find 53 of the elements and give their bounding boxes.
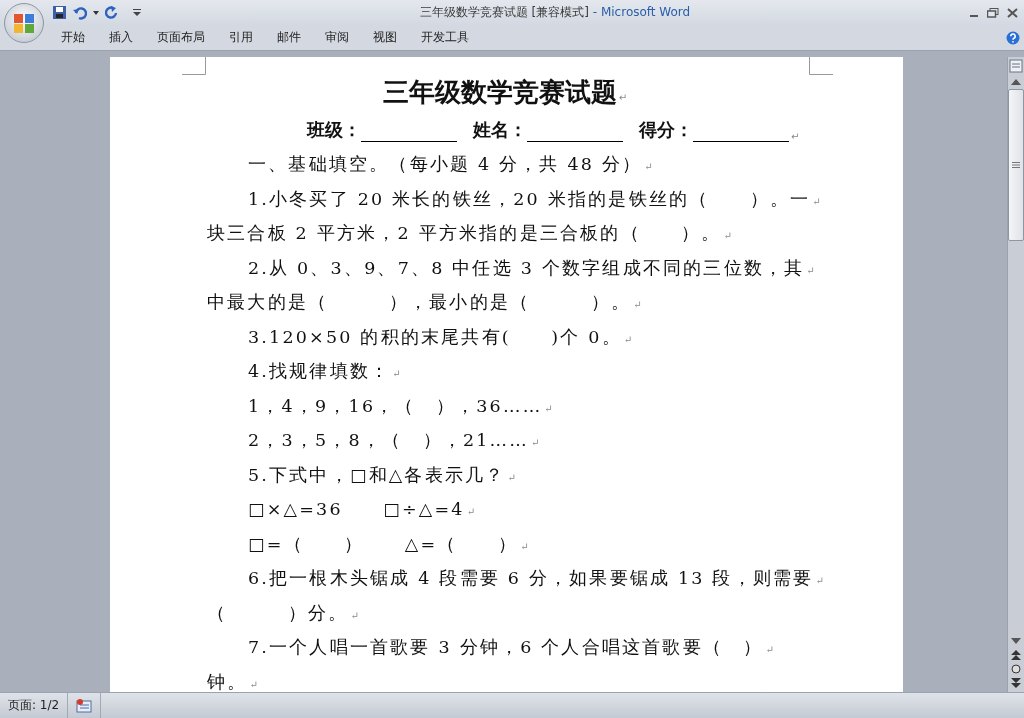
scroll-thumb[interactable] [1008,89,1024,241]
field-label: 姓名： [473,118,527,142]
crop-mark-icon [809,57,833,75]
question-text: 5.下式中，□和△各表示几？↵ [248,463,519,487]
document-title: 三年级数学竞赛试题↵ [382,77,628,107]
ribbon-tab[interactable]: 开始 [49,29,97,46]
question-text: 7.一个人唱一首歌要 3 分钟，6 个人合唱这首歌要（ ）↵ [248,636,777,660]
question-text: 钟。↵ [207,670,260,692]
crop-mark-icon [182,57,206,75]
paragraph-mark: ↵ [791,131,800,142]
office-button[interactable] [4,3,44,43]
grip-icon [1012,162,1020,168]
office-logo-icon [12,11,36,35]
ribbon-tab[interactable]: 引用 [217,29,265,46]
question-text: 2.从 0、3、9、7、8 中任选 3 个数字组成不同的三位数，其↵ [248,256,817,280]
ribbon-tab[interactable]: 页面布局 [145,29,217,46]
restore-icon[interactable] [987,7,999,18]
redo-icon[interactable] [105,5,119,20]
field-label: 班级： [307,118,361,142]
question-text: （ ）分。↵ [207,601,361,625]
customize-caret-icon[interactable] [133,9,141,16]
previous-page-icon[interactable] [1011,650,1021,660]
undo-icon[interactable] [73,5,87,20]
close-icon[interactable] [1007,7,1018,18]
ribbon-tab[interactable]: 插入 [97,29,145,46]
question-text: □×△=36 □÷△=4↵ [248,498,478,522]
ruler-toggle-icon[interactable] [1009,59,1023,73]
scroll-down-icon[interactable] [1011,638,1021,644]
page-count[interactable]: 页面: 1/2 [0,693,69,718]
question-text: 1，4，9，16，（ ），36……↵ [248,394,555,418]
question-text: 1.小冬买了 20 米长的铁丝，20 米指的是铁丝的（ ）。一↵ [248,187,823,211]
question-text: 4.找规律填数：↵ [248,360,403,384]
field-label: 得分： [639,118,693,142]
question-text: 块三合板 2 平方米，2 平方米指的是三合板的（ ）。↵ [207,222,735,246]
scroll-up-icon[interactable] [1011,79,1021,85]
save-icon[interactable] [52,5,67,20]
question-text: 6.把一根木头锯成 4 段需要 6 分，如果要锯成 13 段，则需要↵ [248,567,826,591]
question-text: 3.120×50 的积的末尾共有( )个 0。↵ [248,325,635,349]
question-text: □=（ ） △=（ ）↵ [248,532,531,556]
next-page-icon[interactable] [1011,678,1021,688]
document-check-icon[interactable] [76,698,93,713]
help-icon[interactable] [1006,30,1020,45]
question-text: 中最大的是（ ），最小的是（ ）。↵ [207,291,644,315]
ribbon-tab[interactable]: 邮件 [265,29,313,46]
browse-object-icon[interactable] [1011,664,1021,674]
ribbon-tab[interactable]: 开发工具 [409,29,481,46]
ribbon-tab[interactable]: 视图 [361,29,409,46]
window-title: 三年级数学竞赛试题 [兼容模式] - Microsoft Word [418,4,692,21]
vertical-scrollbar[interactable] [1007,57,1024,692]
ribbon-tab[interactable]: 审阅 [313,29,361,46]
question-text: 2，3，5，8，（ ），21……↵ [248,429,542,453]
question-text: 一、基础填空。（每小题 4 分，共 48 分）↵ [248,153,655,177]
dropdown-caret-icon[interactable] [93,10,99,15]
